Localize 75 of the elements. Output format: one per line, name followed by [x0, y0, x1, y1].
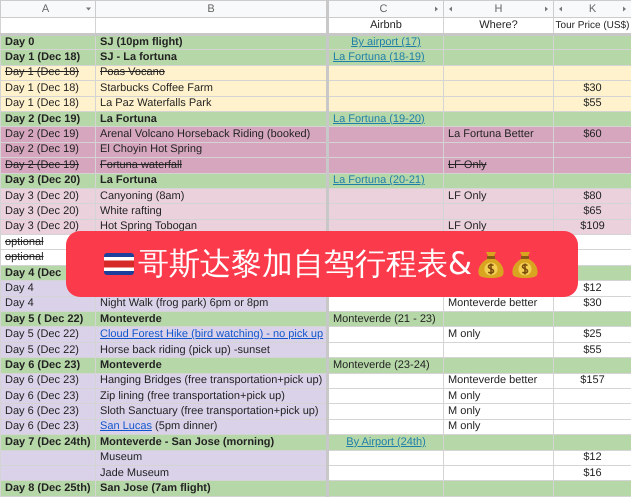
table-cell: Day 1 (Dec 18) — [0, 96, 96, 112]
table-cell: Starbucks Coffee Farm — [96, 80, 328, 96]
table-cell: Day 2 (Dec 19) — [0, 158, 96, 174]
table-cell: El Choyin Hot Spring — [96, 142, 328, 158]
table-cell: Day 1 (Dec 18) — [0, 50, 96, 66]
cell-text: (5pm dinner) — [154, 420, 218, 432]
column-header[interactable]: H — [444, 0, 554, 18]
table-cell: $157 — [554, 373, 631, 388]
table-cell: $30 — [554, 296, 631, 312]
table-cell: Monteverde better — [444, 373, 554, 388]
table-cell: La Fortuna — [96, 111, 328, 127]
table-cell: Monteverde (21 - 23) — [328, 312, 444, 327]
flag-icon — [104, 253, 134, 275]
table-cell: $80 — [554, 188, 631, 204]
table-cell: Day 7 (Dec 24th) — [0, 434, 96, 450]
table-cell: Monteverde (23-24) — [328, 358, 444, 374]
column-header[interactable]: B — [96, 0, 328, 18]
banner-title: 哥斯达黎加自驾行程表& — [138, 244, 472, 284]
scroll-left-icon[interactable] — [448, 6, 453, 12]
table-cell: M only — [444, 404, 554, 420]
table-cell: Monteverde better — [444, 296, 554, 312]
table-cell: Day 6 (Dec 23) — [0, 404, 96, 420]
table-cell: Poas Vocano — [96, 65, 328, 81]
table-cell: Day 3 (Dec 20) — [0, 173, 96, 188]
table-cell: $55 — [554, 342, 631, 358]
column-header[interactable]: K — [554, 0, 631, 18]
table-cell: Day 3 (Dec 20) — [0, 188, 96, 204]
column-header[interactable]: C — [328, 0, 444, 18]
table-cell: Fortuna waterfall — [96, 158, 328, 174]
table-cell: $30 — [554, 80, 631, 96]
table-cell: M only — [444, 419, 554, 435]
table-cell: Day 2 (Dec 19) — [0, 111, 96, 127]
table-cell: White rafting — [96, 204, 328, 220]
table-cell: LF Only — [444, 158, 554, 174]
table-cell: La Fortuna — [96, 173, 328, 188]
table-cell: SJ - La fortuna — [96, 50, 328, 66]
table-cell: $25 — [554, 326, 631, 342]
table-cell: LF Only — [444, 188, 554, 204]
table-cell: Arenal Volcano Horseback Riding (booked) — [96, 126, 328, 142]
column-letter: A — [42, 2, 50, 16]
table-cell: Day 6 (Dec 23) — [0, 358, 96, 374]
table-cell: Monteverde — [96, 312, 328, 327]
table-cell: Day 5 (Dec 22) — [0, 326, 96, 342]
link[interactable]: San Lucas — [100, 420, 152, 432]
scroll-right-icon[interactable] — [622, 6, 627, 12]
table-cell: Canyoning (8am) — [96, 188, 328, 204]
table-cell: Day 1 (Dec 18) — [0, 80, 96, 96]
table-cell: Monteverde - San Jose (morning) — [96, 434, 328, 450]
table-cell: Day 6 (Dec 23) — [0, 373, 96, 388]
table-cell: $65 — [554, 204, 631, 220]
table-cell: San Jose (7am flight) — [96, 480, 328, 496]
table-cell: Day 3 (Dec 20) — [0, 204, 96, 220]
scroll-right-icon[interactable] — [434, 6, 439, 12]
table-cell: La Fortuna Better — [444, 126, 554, 142]
table-cell: $55 — [554, 96, 631, 112]
scroll-right-icon[interactable] — [544, 6, 549, 12]
table-cell: Monteverde — [96, 358, 328, 374]
table-cell: $60 — [554, 126, 631, 142]
scroll-left-icon[interactable] — [558, 6, 563, 12]
column-letter: C — [380, 2, 388, 16]
column-letter: H — [494, 2, 502, 16]
column-header[interactable]: A — [0, 0, 96, 18]
table-cell: Day 5 ( Dec 22) — [0, 312, 96, 327]
table-cell: $16 — [554, 465, 631, 481]
column-letter: B — [207, 2, 215, 16]
table-cell: Day 1 (Dec 18) — [0, 65, 96, 81]
table-cell: M only — [444, 326, 554, 342]
table-cell: $12 — [554, 450, 631, 466]
table-cell: M only — [444, 388, 554, 404]
table-cell: Day 2 (Dec 19) — [0, 142, 96, 158]
dropdown-arrow-icon[interactable] — [86, 6, 91, 12]
table-cell: Day 8 (Dec 25th) — [0, 480, 96, 496]
table-cell: Day 2 (Dec 19) — [0, 126, 96, 142]
column-letter: K — [588, 2, 596, 16]
table-cell: La Paz Waterfalls Park — [96, 96, 328, 112]
